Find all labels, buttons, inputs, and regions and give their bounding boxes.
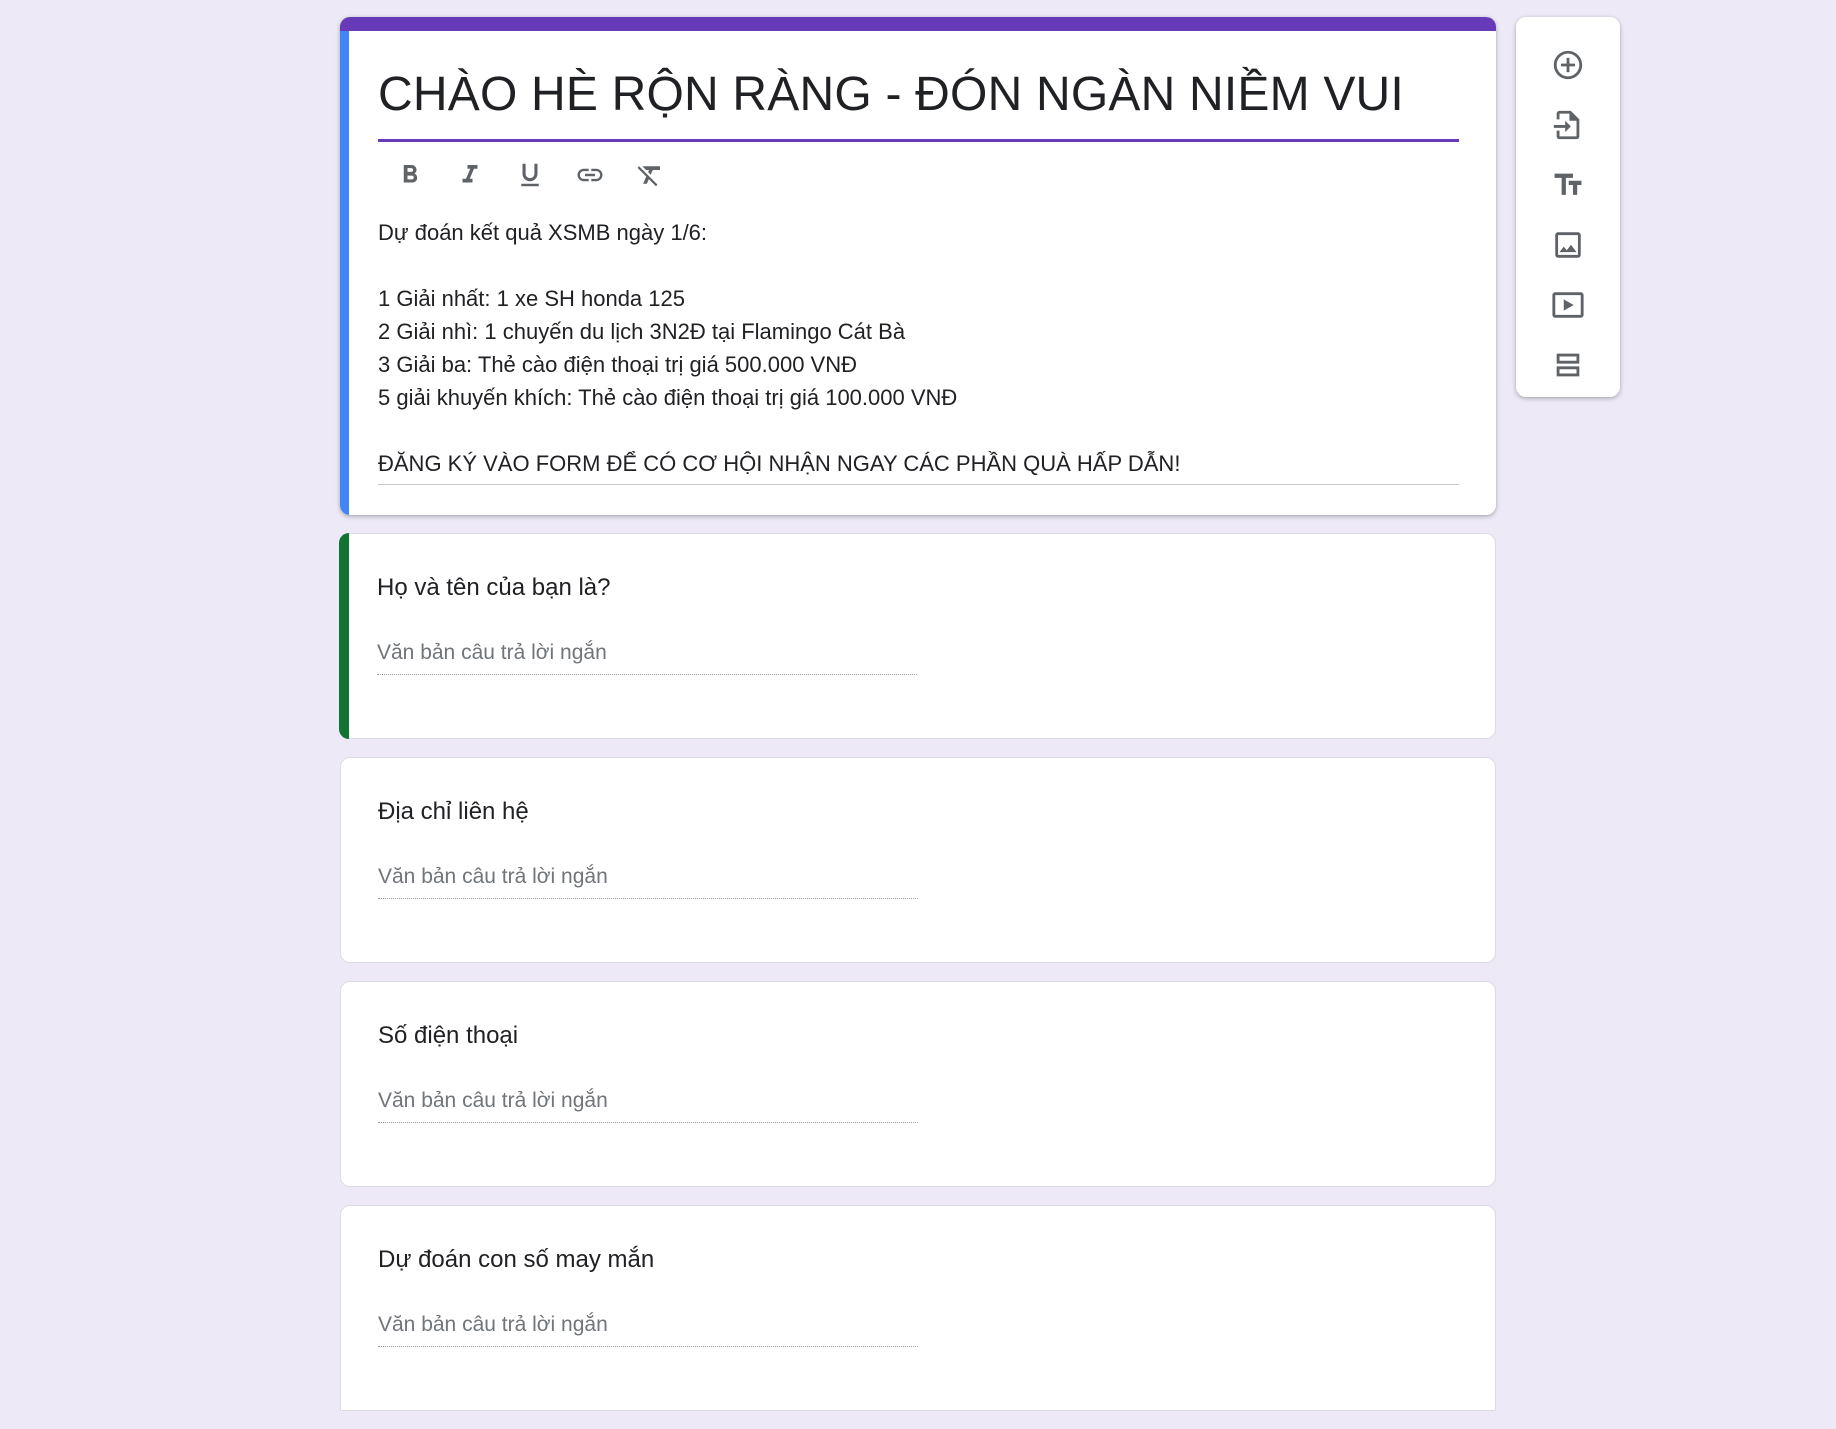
form-column: CHÀO HÈ RỘN RÀNG - ĐÓN NGÀN NIỀM VUI Dự … — [339, 17, 1496, 1429]
description-line: Dự đoán kết quả XSMB ngày 1/6: — [378, 220, 708, 245]
question-card-name[interactable]: Họ và tên của bạn là? Văn bản câu trả lờ… — [339, 533, 1496, 739]
description-line: 5 giải khuyến khích: Thẻ cào điện thoại … — [378, 385, 958, 410]
add-video-icon[interactable] — [1540, 277, 1596, 333]
short-answer-field: Văn bản câu trả lời ngắn — [378, 1310, 918, 1347]
question-title: Số điện thoại — [378, 1022, 519, 1049]
clear-format-icon[interactable] — [630, 155, 670, 195]
link-icon[interactable] — [570, 155, 610, 195]
description-line: 3 Giải ba: Thẻ cào điện thoại trị giá 50… — [378, 352, 858, 377]
description-line — [378, 249, 1459, 282]
active-question-indicator — [339, 533, 349, 739]
bold-icon[interactable] — [390, 155, 430, 195]
format-toolbar — [378, 142, 1459, 208]
form-header-card[interactable]: CHÀO HÈ RỘN RÀNG - ĐÓN NGÀN NIỀM VUI Dự … — [340, 17, 1496, 515]
short-answer-field: Văn bản câu trả lời ngắn — [377, 638, 917, 675]
form-description[interactable]: Dự đoán kết quả XSMB ngày 1/6: 1 Giải nh… — [378, 208, 1459, 485]
add-question-icon[interactable] — [1540, 37, 1596, 93]
form-title-input[interactable]: CHÀO HÈ RỘN RÀNG - ĐÓN NGÀN NIỀM VUI — [378, 31, 1459, 142]
question-card-address[interactable]: Địa chỉ liên hệ Văn bản câu trả lời ngắn — [340, 757, 1496, 963]
underline-icon[interactable] — [510, 155, 550, 195]
short-answer-field: Văn bản câu trả lời ngắn — [378, 862, 918, 899]
question-card-phone[interactable]: Số điện thoại Văn bản câu trả lời ngắn — [340, 981, 1496, 1187]
selected-indicator — [340, 31, 349, 515]
description-line: 1 Giải nhất: 1 xe SH honda 125 — [378, 286, 685, 311]
description-line: 2 Giải nhì: 1 chuyến du lịch 3N2Đ tại Fl… — [378, 319, 906, 344]
add-title-icon[interactable] — [1540, 157, 1596, 213]
question-title: Họ và tên của bạn là? — [377, 574, 611, 601]
question-title: Dự đoán con số may mắn — [378, 1246, 655, 1273]
add-section-icon[interactable] — [1540, 337, 1596, 393]
short-answer-field: Văn bản câu trả lời ngắn — [378, 1086, 918, 1123]
question-title: Địa chỉ liên hệ — [378, 798, 529, 825]
description-line — [378, 414, 1459, 447]
import-questions-icon[interactable] — [1540, 97, 1596, 153]
italic-icon[interactable] — [450, 155, 490, 195]
floating-side-toolbar — [1516, 17, 1620, 397]
theme-bar — [340, 17, 1496, 31]
question-card-lucky-number[interactable]: Dự đoán con số may mắn Văn bản câu trả l… — [340, 1205, 1496, 1411]
description-line: ĐĂNG KÝ VÀO FORM ĐỂ CÓ CƠ HỘI NHẬN NGAY … — [378, 451, 1181, 476]
add-image-icon[interactable] — [1540, 217, 1596, 273]
